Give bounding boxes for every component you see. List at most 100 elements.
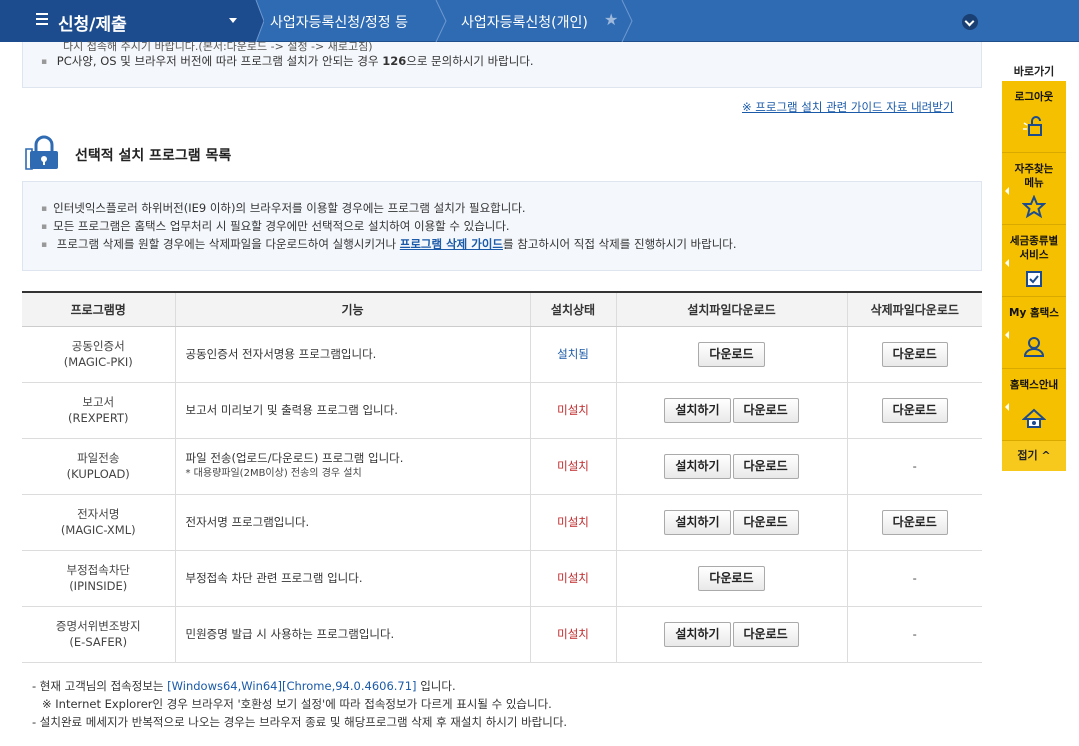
hamburger-icon [36,13,48,25]
uninstall-download-button[interactable]: 다운로드 [881,397,948,423]
program-name: 부정접속차단 [66,563,130,577]
section-title: 선택적 설치 프로그램 목록 [75,148,232,164]
quick-tax-service[interactable]: 세금종류별 서비스 [1002,225,1066,297]
home-icon [1022,408,1046,428]
arrow-left-icon [1005,403,1009,411]
nav-expand-icon[interactable] [962,14,978,30]
table-row: 증명서위변조방지 (E-SAFER) 민원증명 발급 시 사용하는 프로그램입니다… [22,606,982,663]
uninstall-download-button[interactable]: 다운로드 [881,509,948,535]
table-row: 보고서 (REXPERT) 보고서 미리보기 및 출력용 프로그램 입니다. 미설… [22,382,982,439]
quick-item-label: 자주찾는 메뉴 [1014,163,1054,189]
header-function: 기능 [174,291,530,327]
program-function: 보고서 미리보기 및 출력용 프로그램 입니다. [174,382,530,439]
download-button[interactable]: 다운로드 [732,509,799,535]
table-row: 전자서명 (MAGIC-XML) 전자서명 프로그램입니다. 미설치 설치하기 다운… [22,494,982,551]
program-name: 파일전송 [77,451,120,465]
header-status: 설치상태 [529,291,616,327]
check-icon [1026,271,1042,287]
table-row: 파일전송 (KUPLOAD) 파일 전송(업로드/다운로드) 프로그램 입니다. *… [22,438,982,495]
user-icon [1023,337,1045,357]
install-status: 미설치 [529,382,616,439]
arrow-left-icon [1005,259,1009,267]
top-nav: 신청/제출 사업자등록신청/정정 등 사업자등록신청(개인) ★ [0,0,1079,42]
program-function: 공동인증서 전자서명용 프로그램입니다. [174,326,530,383]
program-note: * 대용량파일(2MB이상) 전송의 경우 설치 [185,468,362,479]
table-row: 공동인증서 (MAGIC-PKI) 공동인증서 전자서명용 프로그램입니다. 설치… [22,326,982,383]
program-function: 민원증명 발급 시 사용하는 프로그램입니다. [174,606,530,663]
program-function: 파일 전송(업로드/다운로드) 프로그램 입니다. [185,451,404,465]
program-function: 부정접속 차단 관련 프로그램 입니다. [174,550,530,607]
no-uninstall-dash: - [846,606,982,663]
info-line-2: 모든 프로그램은 홈택스 업무처리 시 필요할 경우에만 선택적으로 설치하여 … [41,218,509,234]
program-code: (MAGIC-PKI) [63,355,133,369]
download-button[interactable]: 다운로드 [732,621,799,647]
quick-item-label: 로그아웃 [1014,91,1054,103]
quick-item-label: My 홈택스 [1009,307,1059,319]
quick-item-label: 홈택스안내 [1009,379,1059,391]
info-box: 인터넷익스플로러 하위버전(IE9 이하)의 브라우저를 이용할 경우에는 프로… [22,181,982,271]
favorite-star-icon[interactable]: ★ [604,10,618,29]
breadcrumb-item-registration[interactable]: 사업자등록신청/정정 등 [270,12,408,32]
uninstall-download-button[interactable]: 다운로드 [881,341,948,367]
quick-logout[interactable]: 로그아웃 [1002,81,1066,153]
header-install-download: 설치파일다운로드 [615,291,847,327]
program-name: 공동인증서 [71,339,125,353]
program-name: 전자서명 [77,507,120,521]
quick-my-hometax[interactable]: My 홈택스 [1002,297,1066,369]
program-code: (REXPERT) [68,411,129,425]
quick-favorite-menu[interactable]: 자주찾는 메뉴 [1002,153,1066,225]
quick-menu-title: 바로가기 [1013,65,1055,78]
notice-line: PC사양, OS 및 브라우저 버전에 따라 프로그램 설치가 안되는 경우 1… [41,53,534,69]
uninstall-guide-link[interactable]: 프로그램 삭제 가이드 [400,237,503,251]
arrow-left-icon [1005,187,1009,195]
chevron-separator-icon [621,0,633,42]
download-button[interactable]: 다운로드 [732,453,799,479]
table-header-row: 프로그램명 기능 설치상태 설치파일다운로드 삭제파일다운로드 [22,291,982,327]
nav-menu-button[interactable]: 신청/제출 [0,0,250,42]
install-button[interactable]: 설치하기 [664,509,731,535]
program-code: (E-SAFER) [69,635,128,649]
breadcrumb-item-individual[interactable]: 사업자등록신청(개인) [461,12,588,32]
quick-hometax-guide[interactable]: 홈택스안내 [1002,369,1066,441]
chevron-separator-icon [250,0,264,42]
program-code: (IPINSIDE) [69,579,128,593]
quick-menu: 로그아웃 자주찾는 메뉴 세금종류별 서비스 My 홈택스 홈택스안내 접기 ^ [1002,81,1066,471]
download-button[interactable]: 다운로드 [698,341,765,367]
install-button[interactable]: 설치하기 [664,453,731,479]
program-name: 증명서위변조방지 [55,619,141,633]
install-status: 미설치 [529,494,616,551]
install-status: 미설치 [529,438,616,495]
notice-cut-line: 다시 접속해 주시기 바랍니다.(본서:다운로드 -> 설정 -> 새로고침) [63,40,373,53]
connection-info: - 현재 고객님의 접속정보는 [Windows64,Win64][Chrome… [32,679,456,693]
quick-fold-button[interactable]: 접기 ^ [1002,441,1066,471]
chevron-separator-icon [435,0,447,42]
caret-down-icon [229,18,237,23]
program-code: (MAGIC-XML) [60,523,136,537]
program-function: 전자서명 프로그램입니다. [174,494,530,551]
arrow-left-icon [1005,331,1009,339]
lock-monitor-icon [25,135,58,170]
download-button[interactable]: 다운로드 [698,565,765,591]
reinstall-note: - 설치완료 메세지가 반복적으로 나오는 경우는 브라우저 종료 및 해당프로… [32,715,568,729]
star-icon [1022,195,1046,219]
program-code: (KUPLOAD) [66,467,130,481]
quick-item-label: 세금종류별 서비스 [1009,235,1059,261]
info-line-3: 프로그램 삭제를 원할 경우에는 삭제파일을 다운로드하여 실행시키거나 프로그… [41,236,737,252]
program-table: 프로그램명 기능 설치상태 설치파일다운로드 삭제파일다운로드 공동인증서 (MA… [22,291,982,663]
top-notice-box: 다시 접속해 주시기 바랍니다.(본서:다운로드 -> 설정 -> 새로고침) … [22,40,982,88]
install-button[interactable]: 설치하기 [664,621,731,647]
nav-menu-label: 신청/제출 [58,15,127,35]
install-status: 미설치 [529,550,616,607]
install-button[interactable]: 설치하기 [664,397,731,423]
table-row: 부정접속차단 (IPINSIDE) 부정접속 차단 관련 프로그램 입니다. 미설… [22,550,982,607]
info-line-1: 인터넷익스플로러 하위버전(IE9 이하)의 브라우저를 이용할 경우에는 프로… [41,200,525,216]
program-name: 보고서 [82,395,115,409]
header-program-name: 프로그램명 [22,291,175,327]
no-uninstall-dash: - [846,438,982,495]
guide-download-link[interactable]: ※ 프로그램 설치 관련 가이드 자료 내려받기 [742,99,953,115]
download-button[interactable]: 다운로드 [732,397,799,423]
ie-note: ※ Internet Explorer인 경우 브라우저 '호환성 보기 설정'… [42,697,552,711]
no-uninstall-dash: - [846,550,982,607]
install-status: 설치됨 [529,326,616,383]
unlock-icon [1023,116,1042,136]
